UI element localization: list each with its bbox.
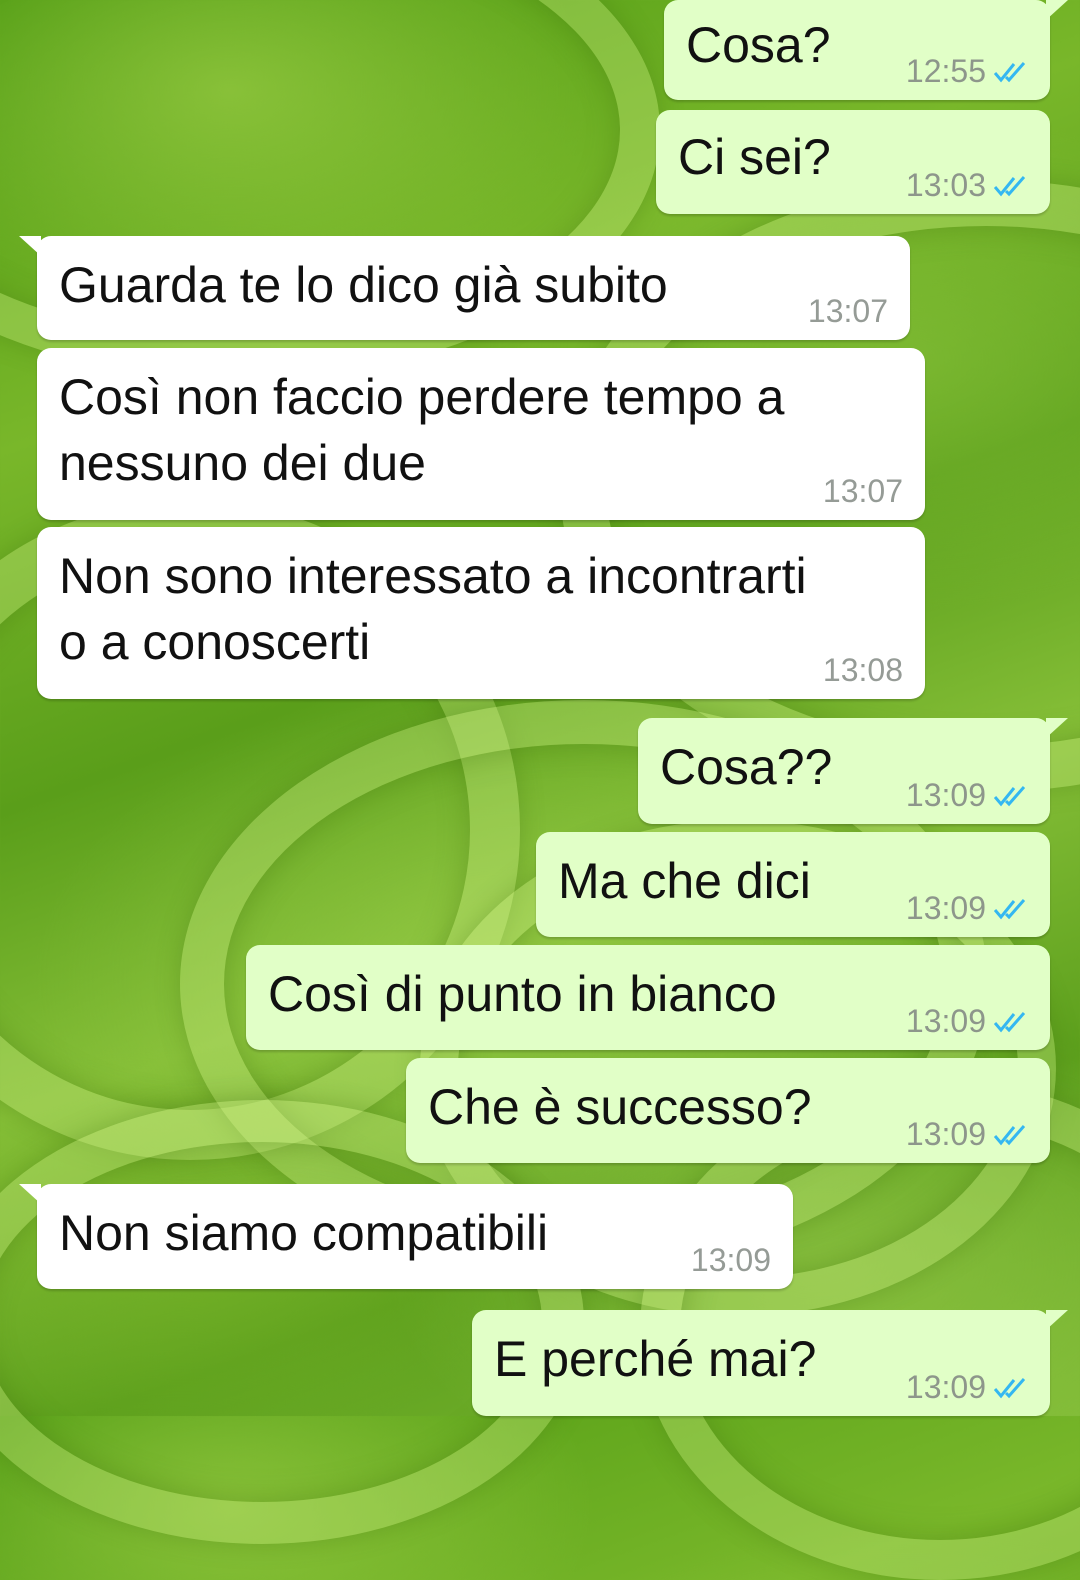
message-time: 13:09 [690, 1242, 771, 1278]
message-meta: 13:08 [823, 652, 903, 689]
message-text: Che è successo? [428, 1079, 812, 1135]
message-meta: 13:09 [906, 1116, 1028, 1153]
double-check-icon [994, 61, 1026, 82]
message-text: Ci sei? [678, 129, 831, 185]
message-time: 13:09 [905, 890, 986, 926]
message-text: Non siamo compatibili [59, 1205, 549, 1261]
message-text: Cosa?? [660, 739, 833, 795]
message-time: 13:09 [905, 1003, 986, 1039]
message-text: Cosa? [686, 17, 831, 73]
message-time: 13:09 [905, 1116, 986, 1152]
message-bubble-incoming[interactable]: Non siamo compatibili 13:09 [19, 1184, 793, 1289]
message-text-line-1: Non sono interessato a incontrarti [59, 548, 807, 604]
message-time: 13:09 [905, 1369, 986, 1405]
message-text: Ma che dici [558, 853, 811, 909]
message-meta: 13:07 [823, 473, 903, 510]
message-bubble-outgoing[interactable]: Cosa? 12:55 [664, 0, 1068, 100]
message-bubble-outgoing[interactable]: Che è successo? 13:09 [406, 1058, 1050, 1163]
message-time: 13:07 [822, 473, 903, 509]
message-meta: 13:09 [906, 890, 1028, 927]
message-meta: 12:55 [906, 53, 1028, 90]
message-time: 12:55 [905, 53, 986, 89]
double-check-icon [994, 785, 1026, 806]
message-meta: 13:09 [906, 1003, 1028, 1040]
message-time: 13:03 [905, 167, 986, 203]
message-bubble-outgoing[interactable]: E perché mai? 13:09 [472, 1310, 1068, 1416]
message-bubble-incoming[interactable]: Guarda te lo dico già subito 13:07 [19, 236, 910, 340]
double-check-icon [994, 1377, 1026, 1398]
message-meta: 13:09 [691, 1242, 771, 1279]
message-text: Così di punto in bianco [268, 966, 777, 1022]
double-check-icon [994, 1011, 1026, 1032]
message-bubble-outgoing[interactable]: Cosa?? 13:09 [638, 718, 1068, 824]
message-bubble-outgoing[interactable]: Ci sei? 13:03 [656, 110, 1050, 214]
double-check-icon [994, 1124, 1026, 1145]
double-check-icon [994, 898, 1026, 919]
message-text: Guarda te lo dico già subito [59, 257, 668, 313]
message-bubble-outgoing[interactable]: Ma che dici 13:09 [536, 832, 1050, 937]
message-meta: 13:09 [906, 777, 1028, 814]
message-bubble-incoming[interactable]: Non sono interessato a incontrarti o a c… [37, 527, 925, 699]
message-time: 13:07 [807, 293, 888, 329]
message-meta: 13:09 [906, 1369, 1028, 1406]
message-bubble-incoming[interactable]: Così non faccio perdere tempo a nessuno … [37, 348, 925, 520]
message-meta: 13:03 [906, 167, 1028, 204]
message-time: 13:09 [905, 777, 986, 813]
message-text-line-2: o a conoscerti [59, 614, 371, 670]
double-check-icon [994, 175, 1026, 196]
message-text-line-1: Così non faccio perdere tempo a [59, 369, 785, 425]
message-bubble-outgoing[interactable]: Così di punto in bianco 13:09 [246, 945, 1050, 1050]
message-text-line-2: nessuno dei due [59, 435, 426, 491]
message-meta: 13:07 [808, 293, 888, 330]
message-text: E perché mai? [494, 1331, 817, 1387]
message-time: 13:08 [822, 652, 903, 688]
